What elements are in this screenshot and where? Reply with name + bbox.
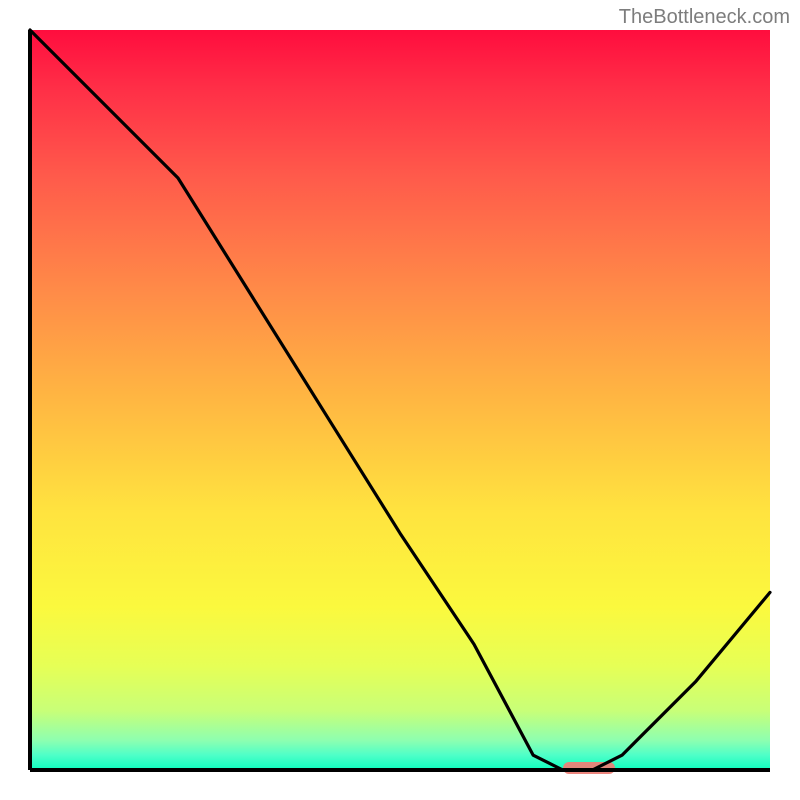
- attribution-text: TheBottleneck.com: [619, 6, 790, 29]
- gradient-plot-area: [30, 30, 770, 770]
- optimal-range-marker: [563, 762, 615, 774]
- bottleneck-chart: TheBottleneck.com: [0, 0, 800, 800]
